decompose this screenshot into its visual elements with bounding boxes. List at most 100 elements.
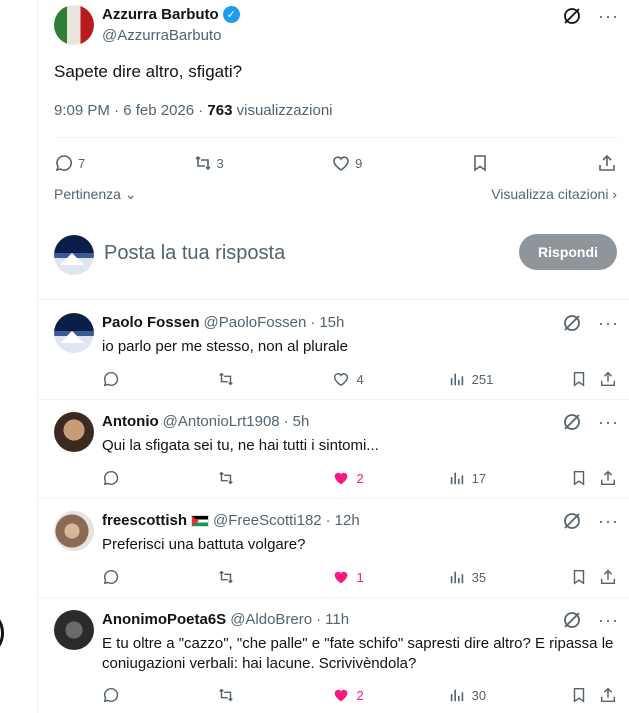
share-action[interactable] <box>597 153 617 173</box>
more-options-icon[interactable]: ··· <box>598 413 619 431</box>
reply-avatar[interactable] <box>54 412 94 452</box>
more-options-icon[interactable]: ··· <box>598 7 619 25</box>
author-handle[interactable]: @AzzurraBarbuto <box>102 27 221 44</box>
share-icon <box>600 687 616 703</box>
like-action[interactable]: 2 <box>332 469 447 487</box>
repost-action[interactable] <box>217 469 332 487</box>
divider <box>54 137 619 138</box>
reply-action[interactable] <box>102 469 217 487</box>
reply-time[interactable]: 11h <box>325 611 349 628</box>
views-action[interactable]: 251 <box>448 370 570 388</box>
share-action[interactable] <box>599 370 617 388</box>
reply-time[interactable]: 5h <box>293 413 310 430</box>
reply-button[interactable]: Rispondi <box>519 234 617 270</box>
reply-time[interactable]: 15h <box>319 314 344 331</box>
author-avatar[interactable] <box>54 5 94 45</box>
views-action[interactable]: 30 <box>448 686 570 704</box>
reply-author-name[interactable]: Paolo Fossen <box>102 314 200 331</box>
grok-icon[interactable] <box>562 313 582 333</box>
reply-text: Qui la sfigata sei tu, ne hai tutti i si… <box>102 437 379 454</box>
repost-action[interactable] <box>217 370 332 388</box>
repost-count: 3 <box>216 155 224 171</box>
quotes-label: Visualizza citazioni <box>491 186 609 202</box>
repost-icon <box>194 155 211 171</box>
like-action[interactable]: 4 <box>332 370 447 388</box>
tweet-meta: 9:09 PM · 6 feb 2026 · 763 visualizzazio… <box>54 102 333 119</box>
views-count: 763 <box>207 102 233 119</box>
bookmark-action[interactable] <box>470 153 490 173</box>
bookmark-action[interactable] <box>570 686 599 704</box>
author-name[interactable]: Azzurra Barbuto <box>102 6 219 23</box>
separator-dot: · <box>316 611 322 628</box>
reply-author-name[interactable]: freescottish <box>102 512 187 529</box>
grok-icon[interactable] <box>562 610 582 630</box>
grok-icon[interactable] <box>562 412 582 432</box>
reply-avatar[interactable] <box>54 610 94 650</box>
reply-sort-row: Pertinenza ⌄ Visualizza citazioni › <box>54 186 617 203</box>
more-options-icon[interactable]: ··· <box>598 611 619 629</box>
reply-text: io parlo per me stesso, non al plurale <box>102 338 348 355</box>
chevron-right-icon: › <box>612 186 617 202</box>
reply-text: Preferisci una battuta volgare? <box>102 536 306 553</box>
heart-filled-icon <box>335 472 348 485</box>
more-options-icon[interactable]: ··· <box>598 512 619 530</box>
sort-label: Pertinenza <box>54 186 121 202</box>
reply-time[interactable]: 12h <box>335 512 360 529</box>
repost-action[interactable] <box>217 568 332 586</box>
share-action[interactable] <box>599 568 617 586</box>
bookmark-action[interactable] <box>570 469 599 487</box>
bookmark-action[interactable] <box>570 370 599 388</box>
reply-action[interactable] <box>102 568 217 586</box>
reply-avatar[interactable] <box>54 313 94 353</box>
reply-text: E tu oltre a "cazzo", "che palle" e "fat… <box>102 635 614 672</box>
like-action[interactable]: 2 <box>332 686 447 704</box>
sort-relevance-dropdown[interactable]: Pertinenza ⌄ <box>54 186 137 203</box>
reply-count: 7 <box>78 155 86 171</box>
repost-action[interactable]: 3 <box>193 153 224 173</box>
separator-dot: · <box>310 314 316 331</box>
view-quotes-link[interactable]: Visualizza citazioni › <box>491 186 617 203</box>
reply-action[interactable] <box>102 686 217 704</box>
reply-input[interactable]: Posta la tua risposta <box>104 242 285 265</box>
views-count: 30 <box>471 687 487 703</box>
reply-item[interactable]: Paolo Fossen @PaoloFossen · 15h ··· io p… <box>38 301 629 400</box>
views-icon <box>450 472 463 485</box>
like-count: 4 <box>356 371 364 387</box>
tweet-time[interactable]: 9:09 PM · 6 feb 2026 · <box>54 102 207 119</box>
more-options-icon[interactable]: ··· <box>598 314 619 332</box>
reply-item[interactable]: freescottish @FreeScotti182 · 12h ··· Pr… <box>38 499 629 598</box>
heart-icon <box>333 156 349 171</box>
like-action[interactable]: 9 <box>331 153 362 173</box>
user-avatar[interactable] <box>54 235 94 275</box>
main-column: Azzurra Barbuto ✓ @AzzurraBarbuto ··· Sa… <box>38 0 629 713</box>
bookmark-icon <box>473 155 486 172</box>
views-action[interactable]: 17 <box>448 469 570 487</box>
reply-author-name[interactable]: AnonimoPoeta6S <box>102 611 226 628</box>
like-action[interactable]: 1 <box>332 568 447 586</box>
like-count: 2 <box>356 687 364 703</box>
share-action[interactable] <box>599 686 617 704</box>
grok-icon[interactable] <box>562 511 582 531</box>
bookmark-action[interactable] <box>570 568 599 586</box>
reply-action[interactable]: 7 <box>54 153 85 173</box>
reply-action[interactable] <box>102 370 217 388</box>
reply-author-name[interactable]: Antonio <box>102 413 159 430</box>
author-name-row[interactable]: Azzurra Barbuto ✓ <box>102 6 240 23</box>
reply-author-handle[interactable]: @FreeScotti182 <box>213 512 322 529</box>
share-action[interactable] <box>599 469 617 487</box>
reply-item[interactable]: Antonio @AntonioLrt1908 · 5h ··· Qui la … <box>38 400 629 499</box>
reply-item[interactable]: AnonimoPoeta6S @AldoBrero · 11h ··· E tu… <box>38 598 629 713</box>
repost-icon <box>219 471 234 485</box>
grok-icon[interactable] <box>562 6 582 26</box>
reply-author-handle[interactable]: @AntonioLrt1908 <box>163 413 280 430</box>
reply-avatar[interactable] <box>54 511 94 551</box>
views-action[interactable]: 35 <box>448 568 570 586</box>
share-icon <box>599 154 615 171</box>
reply-author-handle[interactable]: @PaoloFossen <box>204 314 307 331</box>
repost-action[interactable] <box>217 686 332 704</box>
reply-top-actions: ··· <box>562 313 619 333</box>
reply-action-bar: 4 251 <box>102 369 617 389</box>
reply-author-handle[interactable]: @AldoBrero <box>230 611 312 628</box>
reply-header: freescottish @FreeScotti182 · 12h <box>102 512 360 529</box>
heart-filled-icon <box>335 689 348 702</box>
